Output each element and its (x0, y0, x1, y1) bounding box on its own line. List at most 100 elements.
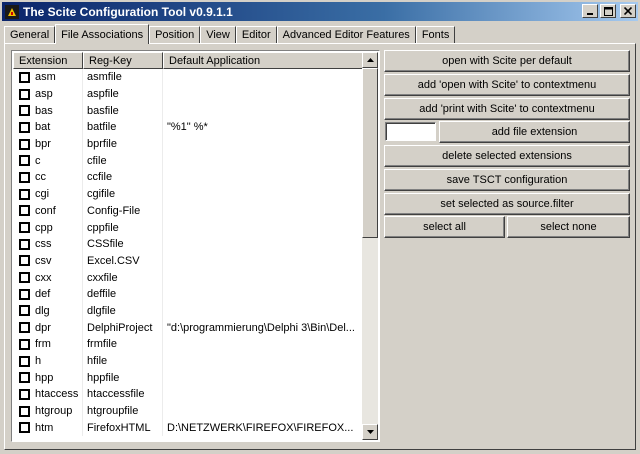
scroll-up-button[interactable] (362, 52, 378, 68)
table-row[interactable]: dlg dlgfile (13, 302, 363, 320)
set-source-filter-button[interactable]: set selected as source.filter (384, 193, 630, 215)
extension-text: dlg (35, 304, 50, 317)
row-checkbox[interactable] (19, 322, 30, 334)
extension-list[interactable]: Extension Reg-Key Default Application as… (11, 50, 380, 442)
add-file-extension-button[interactable]: add file extension (439, 121, 630, 143)
row-checkbox[interactable] (19, 238, 30, 250)
extension-cell: dpr (13, 319, 83, 336)
open-with-scite-default-button[interactable]: open with Scite per default (384, 50, 630, 72)
file-extension-input[interactable] (385, 122, 436, 141)
close-icon (624, 7, 632, 15)
table-row[interactable]: asm asmfile (13, 69, 363, 86)
row-checkbox[interactable] (19, 288, 30, 300)
table-row[interactable]: css CSSfile (13, 235, 363, 253)
default-application-cell (163, 303, 363, 320)
table-row[interactable]: def deffile (13, 285, 363, 303)
select-none-button[interactable]: select none (507, 216, 630, 238)
table-row[interactable]: csv Excel.CSV (13, 252, 363, 270)
row-checkbox[interactable] (19, 171, 30, 183)
tab-fonts[interactable]: Fonts (415, 26, 456, 43)
extension-cell: cxx (13, 269, 83, 286)
column-extension[interactable]: Extension (13, 52, 83, 69)
extension-text: htm (35, 421, 54, 434)
scroll-thumb[interactable] (362, 68, 378, 238)
table-row[interactable]: htaccess htaccessfile (13, 386, 363, 403)
row-checkbox[interactable] (19, 355, 30, 367)
tab-general[interactable]: General (4, 26, 56, 43)
close-button[interactable] (620, 4, 636, 18)
title-bar[interactable]: The Scite Configuration Tool v0.9.1.1 (2, 2, 638, 21)
table-row[interactable]: cc ccfile (13, 169, 363, 186)
row-checkbox[interactable] (19, 205, 30, 217)
table-row[interactable]: c cfile (13, 152, 363, 170)
vertical-scrollbar[interactable] (362, 52, 378, 440)
table-row[interactable]: h hfile (13, 352, 363, 370)
row-checkbox[interactable] (19, 188, 30, 200)
table-row[interactable]: htm FirefoxHTML D:\NETZWERK\FIREFOX\FIREFO… (13, 419, 363, 437)
row-checkbox[interactable] (19, 155, 30, 167)
table-row[interactable]: conf Config-File (13, 202, 363, 220)
row-checkbox[interactable] (19, 105, 30, 117)
extension-cell: dlg (13, 302, 83, 320)
delete-selected-extensions-button[interactable]: delete selected extensions (384, 145, 630, 167)
row-checkbox[interactable] (19, 272, 30, 284)
tab-position[interactable]: Position (149, 26, 201, 43)
reg-key-cell: aspfile (83, 85, 163, 103)
reg-key-cell: basfile (83, 102, 163, 120)
reg-key-cell: hppfile (83, 369, 163, 387)
default-application-cell (163, 286, 363, 303)
tab-editor[interactable]: Editor (235, 26, 277, 43)
row-checkbox[interactable] (19, 88, 30, 100)
extension-cell: frm (13, 336, 83, 353)
row-checkbox[interactable] (19, 222, 30, 234)
maximize-button[interactable] (600, 4, 616, 18)
tab-file-associations[interactable]: File Associations (55, 24, 150, 44)
column-reg-key[interactable]: Reg-Key (83, 52, 163, 69)
extension-text: cxx (35, 271, 52, 284)
table-row[interactable]: frm frmfile (13, 336, 363, 353)
table-row[interactable]: htgroup htgroupfile (13, 402, 363, 420)
table-row[interactable]: asp aspfile (13, 85, 363, 103)
tab-view[interactable]: View (200, 26, 236, 43)
reg-key-cell: cppfile (83, 219, 163, 236)
reg-key-cell: htaccessfile (83, 386, 163, 403)
table-row[interactable]: cpp cppfile (13, 219, 363, 236)
extension-text: def (35, 288, 51, 301)
app-icon (5, 4, 19, 19)
row-checkbox[interactable] (19, 71, 30, 83)
row-checkbox[interactable] (19, 138, 30, 150)
row-checkbox[interactable] (19, 372, 30, 384)
row-checkbox[interactable] (19, 338, 30, 350)
arrow-up-icon (366, 58, 374, 62)
scroll-down-button[interactable] (362, 424, 378, 440)
add-print-contextmenu-button[interactable]: add 'print with Scite' to contextmenu (384, 98, 630, 120)
table-row[interactable]: bas basfile (13, 102, 363, 120)
row-checkbox[interactable] (19, 305, 30, 317)
default-application-cell (163, 353, 363, 370)
reg-key-cell: bprfile (83, 135, 163, 153)
table-row[interactable]: bat batfile "%1" %* (13, 119, 363, 136)
row-checkbox[interactable] (19, 121, 30, 133)
row-checkbox[interactable] (19, 388, 30, 400)
save-configuration-button[interactable]: save TSCT configuration (384, 169, 630, 191)
table-row[interactable]: cxx cxxfile (13, 269, 363, 286)
table-row[interactable]: bpr bprfile (13, 135, 363, 153)
reg-key-cell: htgroupfile (83, 402, 163, 420)
reg-key-cell: batfile (83, 119, 163, 136)
extension-text: bat (35, 121, 51, 134)
extension-cell: bpr (13, 135, 83, 153)
reg-key-cell: cfile (83, 152, 163, 170)
table-row[interactable]: dpr DelphiProject "d:\programmierung\Delph… (13, 319, 363, 336)
row-checkbox[interactable] (19, 255, 30, 267)
tab-advanced-editor-features[interactable]: Advanced Editor Features (276, 26, 416, 43)
row-checkbox[interactable] (19, 405, 30, 417)
table-row[interactable]: hpp hppfile (13, 369, 363, 387)
column-default-application[interactable]: Default Application (163, 52, 363, 69)
reg-key-cell: dlgfile (83, 302, 163, 320)
minimize-button[interactable] (582, 4, 598, 18)
default-application-cell (163, 386, 363, 403)
table-row[interactable]: cgi cgifile (13, 185, 363, 203)
select-all-button[interactable]: select all (384, 216, 505, 238)
add-open-contextmenu-button[interactable]: add 'open with Scite' to contextmenu (384, 74, 630, 96)
row-checkbox[interactable] (19, 422, 30, 434)
